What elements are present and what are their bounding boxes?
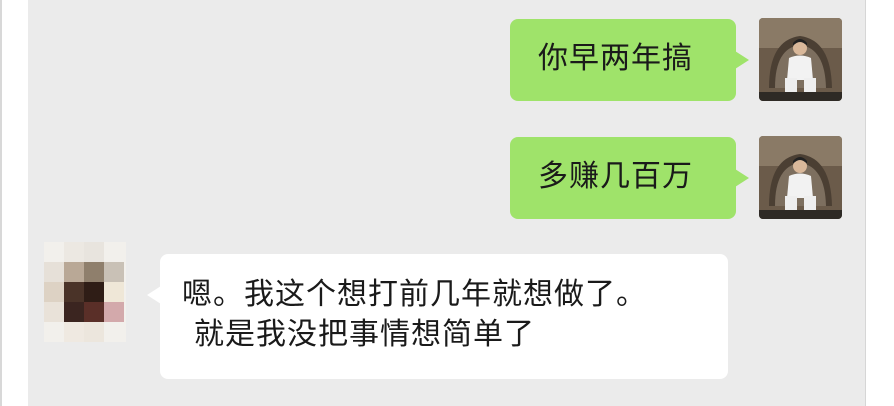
avatar-photo-icon [759, 18, 842, 101]
right-edge-divider [865, 0, 866, 406]
self-avatar[interactable] [759, 136, 842, 219]
chat-screen: 你早两年搞 多赚几百万 嗯。我这个想打前几年就想做了。 就是我没把事情想简单了 [0, 0, 894, 406]
avatar-photo-icon [759, 136, 842, 219]
message-bubble-self[interactable]: 多赚几百万 [510, 137, 749, 219]
message-text-line: 就是我没把事情想简单了 [194, 317, 535, 352]
left-edge-divider [0, 0, 2, 406]
message-text: 你早两年搞 [538, 41, 693, 76]
self-avatar[interactable] [759, 18, 842, 101]
message-bubble-self[interactable]: 你早两年搞 [510, 19, 749, 101]
message-text-line: 嗯。我这个想打前几年就想做了。 [182, 277, 647, 312]
pixelated-avatar-icon [44, 242, 126, 342]
message-bubble-other[interactable]: 嗯。我这个想打前几年就想做了。 就是我没把事情想简单了 [147, 254, 728, 379]
message-text: 多赚几百万 [538, 159, 693, 194]
other-avatar[interactable] [44, 242, 126, 342]
